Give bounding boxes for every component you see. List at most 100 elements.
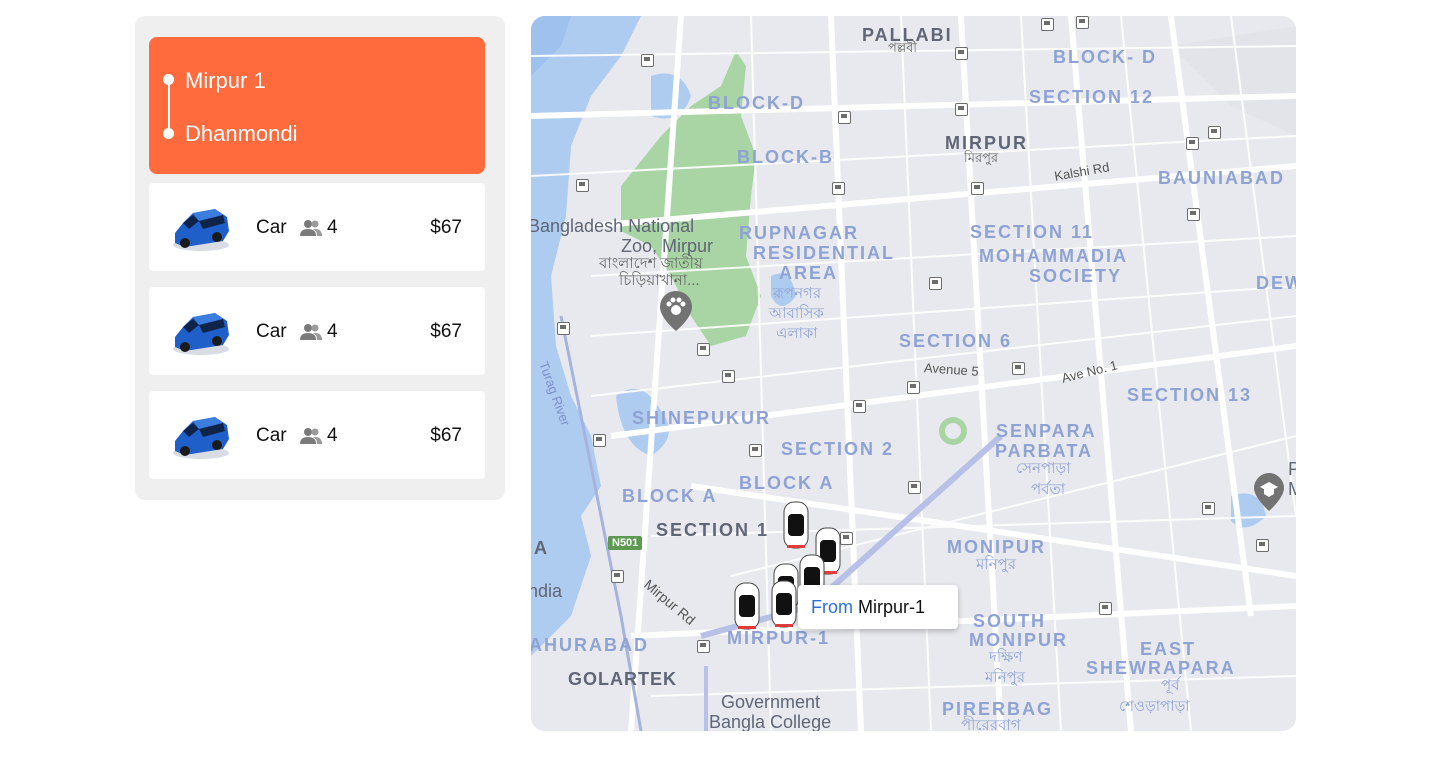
map-label: SOUTH — [973, 611, 1046, 631]
bus-stop-icon — [853, 400, 866, 413]
map-label: MIRPUR-1 — [727, 628, 831, 648]
map-label: পীরেরবাগ — [961, 717, 1021, 731]
ride-panel: Mirpur 1 Dhanmondi Car 4 $67 Car 4 $67 C… — [135, 16, 505, 500]
tooltip-place: Mirpur-1 — [858, 597, 926, 617]
ride-type: Car — [256, 425, 287, 446]
bus-stop-icon — [611, 570, 624, 583]
map-label: SECTION 13 — [1127, 385, 1253, 405]
bus-stop-icon — [838, 111, 851, 124]
map-label: BLOCK-D — [708, 93, 805, 113]
route-connector-line — [168, 83, 170, 133]
bus-stop-icon — [840, 532, 853, 545]
map-label: SOCIETY — [1029, 266, 1123, 286]
bus-stop-icon — [955, 47, 968, 60]
map-label: মনিপুর — [976, 556, 1017, 573]
taxi-icon[interactable] — [734, 581, 760, 631]
map-label: GOLARTEK — [568, 669, 677, 689]
bus-stop-icon — [1041, 18, 1054, 31]
map-label: পূর্ব — [1161, 677, 1180, 694]
map-label: AREA — [779, 263, 839, 283]
bus-stop-icon — [1076, 16, 1089, 29]
bus-stop-icon — [593, 434, 606, 447]
bus-stop-icon — [1187, 208, 1200, 221]
map-label: SECTION 1 — [656, 520, 770, 540]
poi-label: চিড়িয়াখানা... — [619, 272, 700, 289]
map-label: দক্ষিণ — [989, 649, 1023, 666]
map-label: M — [1288, 479, 1296, 499]
car-icon — [173, 313, 229, 355]
map-label: পর্বতা — [1031, 481, 1066, 498]
school-pin-icon[interactable] — [1254, 473, 1284, 511]
map-label: শেওড়াপাড়া — [1119, 698, 1190, 715]
ride-option[interactable]: Car 4 $67 — [149, 391, 485, 479]
bus-stop-icon — [1012, 362, 1025, 375]
zoo-paw-pin-icon[interactable] — [660, 291, 692, 331]
ride-seats: 4 — [327, 321, 338, 342]
map-label: PIRERBAG — [942, 699, 1054, 719]
pickup-tooltip: From Mirpur-1 — [798, 585, 958, 629]
bus-stop-icon — [1186, 137, 1199, 150]
bus-stop-icon — [1099, 602, 1112, 615]
bus-stop-icon — [955, 103, 968, 116]
bus-stop-icon — [557, 322, 570, 335]
map-label: A — [534, 538, 547, 558]
map-label: MONIPUR — [947, 537, 1046, 557]
highway-badge: N501 — [608, 536, 643, 550]
map-label: RUPNAGAR — [739, 223, 860, 243]
bus-stop-icon — [697, 640, 710, 653]
map-view[interactable]: PALLABI পল্লবী BLOCK- D SECTION 12 BLOCK… — [531, 16, 1296, 731]
poi-label: বাংলাদেশ জাতীয় — [599, 255, 703, 272]
map-label: EAST — [1140, 639, 1197, 659]
map-label: মনিপুর — [985, 669, 1026, 686]
map-label: সেনপাড়া — [1016, 460, 1071, 477]
bus-stop-icon — [641, 54, 654, 67]
ride-option[interactable]: Car 4 $67 — [149, 183, 485, 271]
map-label: BLOCK- D — [1053, 47, 1157, 67]
map-label: BLOCK-B — [737, 147, 834, 167]
bus-stop-icon — [1202, 502, 1215, 515]
bus-stop-icon — [697, 343, 710, 356]
map-label: P — [1288, 459, 1296, 479]
map-label: SECTION 12 — [1029, 87, 1155, 107]
poi-label: Bangladesh National — [531, 216, 695, 236]
bus-stop-icon — [749, 444, 762, 457]
map-label: PARBATA — [995, 441, 1093, 461]
car-icon — [173, 417, 229, 459]
map-label: SECTION 11 — [970, 222, 1095, 242]
map-label: RESIDENTIAL — [753, 243, 896, 263]
taxi-icon[interactable] — [771, 579, 797, 629]
map-label: আবাসিক — [769, 305, 824, 322]
ride-price: $67 — [430, 217, 462, 238]
map-label: পল্লবী — [888, 40, 918, 55]
origin-label: Mirpur 1 — [185, 68, 266, 93]
map-label: এলাকা — [776, 325, 818, 342]
bus-stop-icon — [1208, 126, 1221, 139]
map-label: BAUNIABAD — [1158, 168, 1285, 188]
bus-stop-icon — [722, 370, 735, 383]
poi-label: Zoo, Mirpur — [621, 236, 714, 256]
map-label: BLOCK A — [622, 486, 718, 506]
route-card[interactable]: Mirpur 1 Dhanmondi — [149, 37, 485, 174]
poi-label: Bangla College — [709, 712, 832, 731]
map-label: DEW — [1256, 273, 1296, 293]
destination-label: Dhanmondi — [185, 121, 298, 146]
bus-stop-icon — [908, 481, 921, 494]
map-label: MOHAMMADIA — [979, 246, 1128, 266]
ride-option[interactable]: Car 4 $67 — [149, 287, 485, 375]
bus-stop-icon — [576, 179, 589, 192]
map-label: MONIPUR — [969, 630, 1068, 650]
map-label: রূপনগর — [773, 285, 822, 302]
destination-dot-icon — [163, 128, 174, 139]
taxi-icon[interactable] — [783, 500, 809, 550]
ride-type: Car — [256, 321, 287, 342]
poi-label: Government — [721, 692, 821, 712]
bus-stop-icon — [1256, 539, 1269, 552]
map-label: SECTION 6 — [899, 331, 1013, 351]
tooltip-from-label: From — [811, 597, 853, 617]
map-label: SHEWRAPARA — [1086, 658, 1236, 678]
bus-stop-icon — [832, 182, 845, 195]
map-label: SHINEPUKUR — [632, 408, 772, 428]
ride-type: Car — [256, 217, 287, 238]
ride-price: $67 — [430, 321, 462, 342]
ride-seats: 4 — [327, 425, 338, 446]
